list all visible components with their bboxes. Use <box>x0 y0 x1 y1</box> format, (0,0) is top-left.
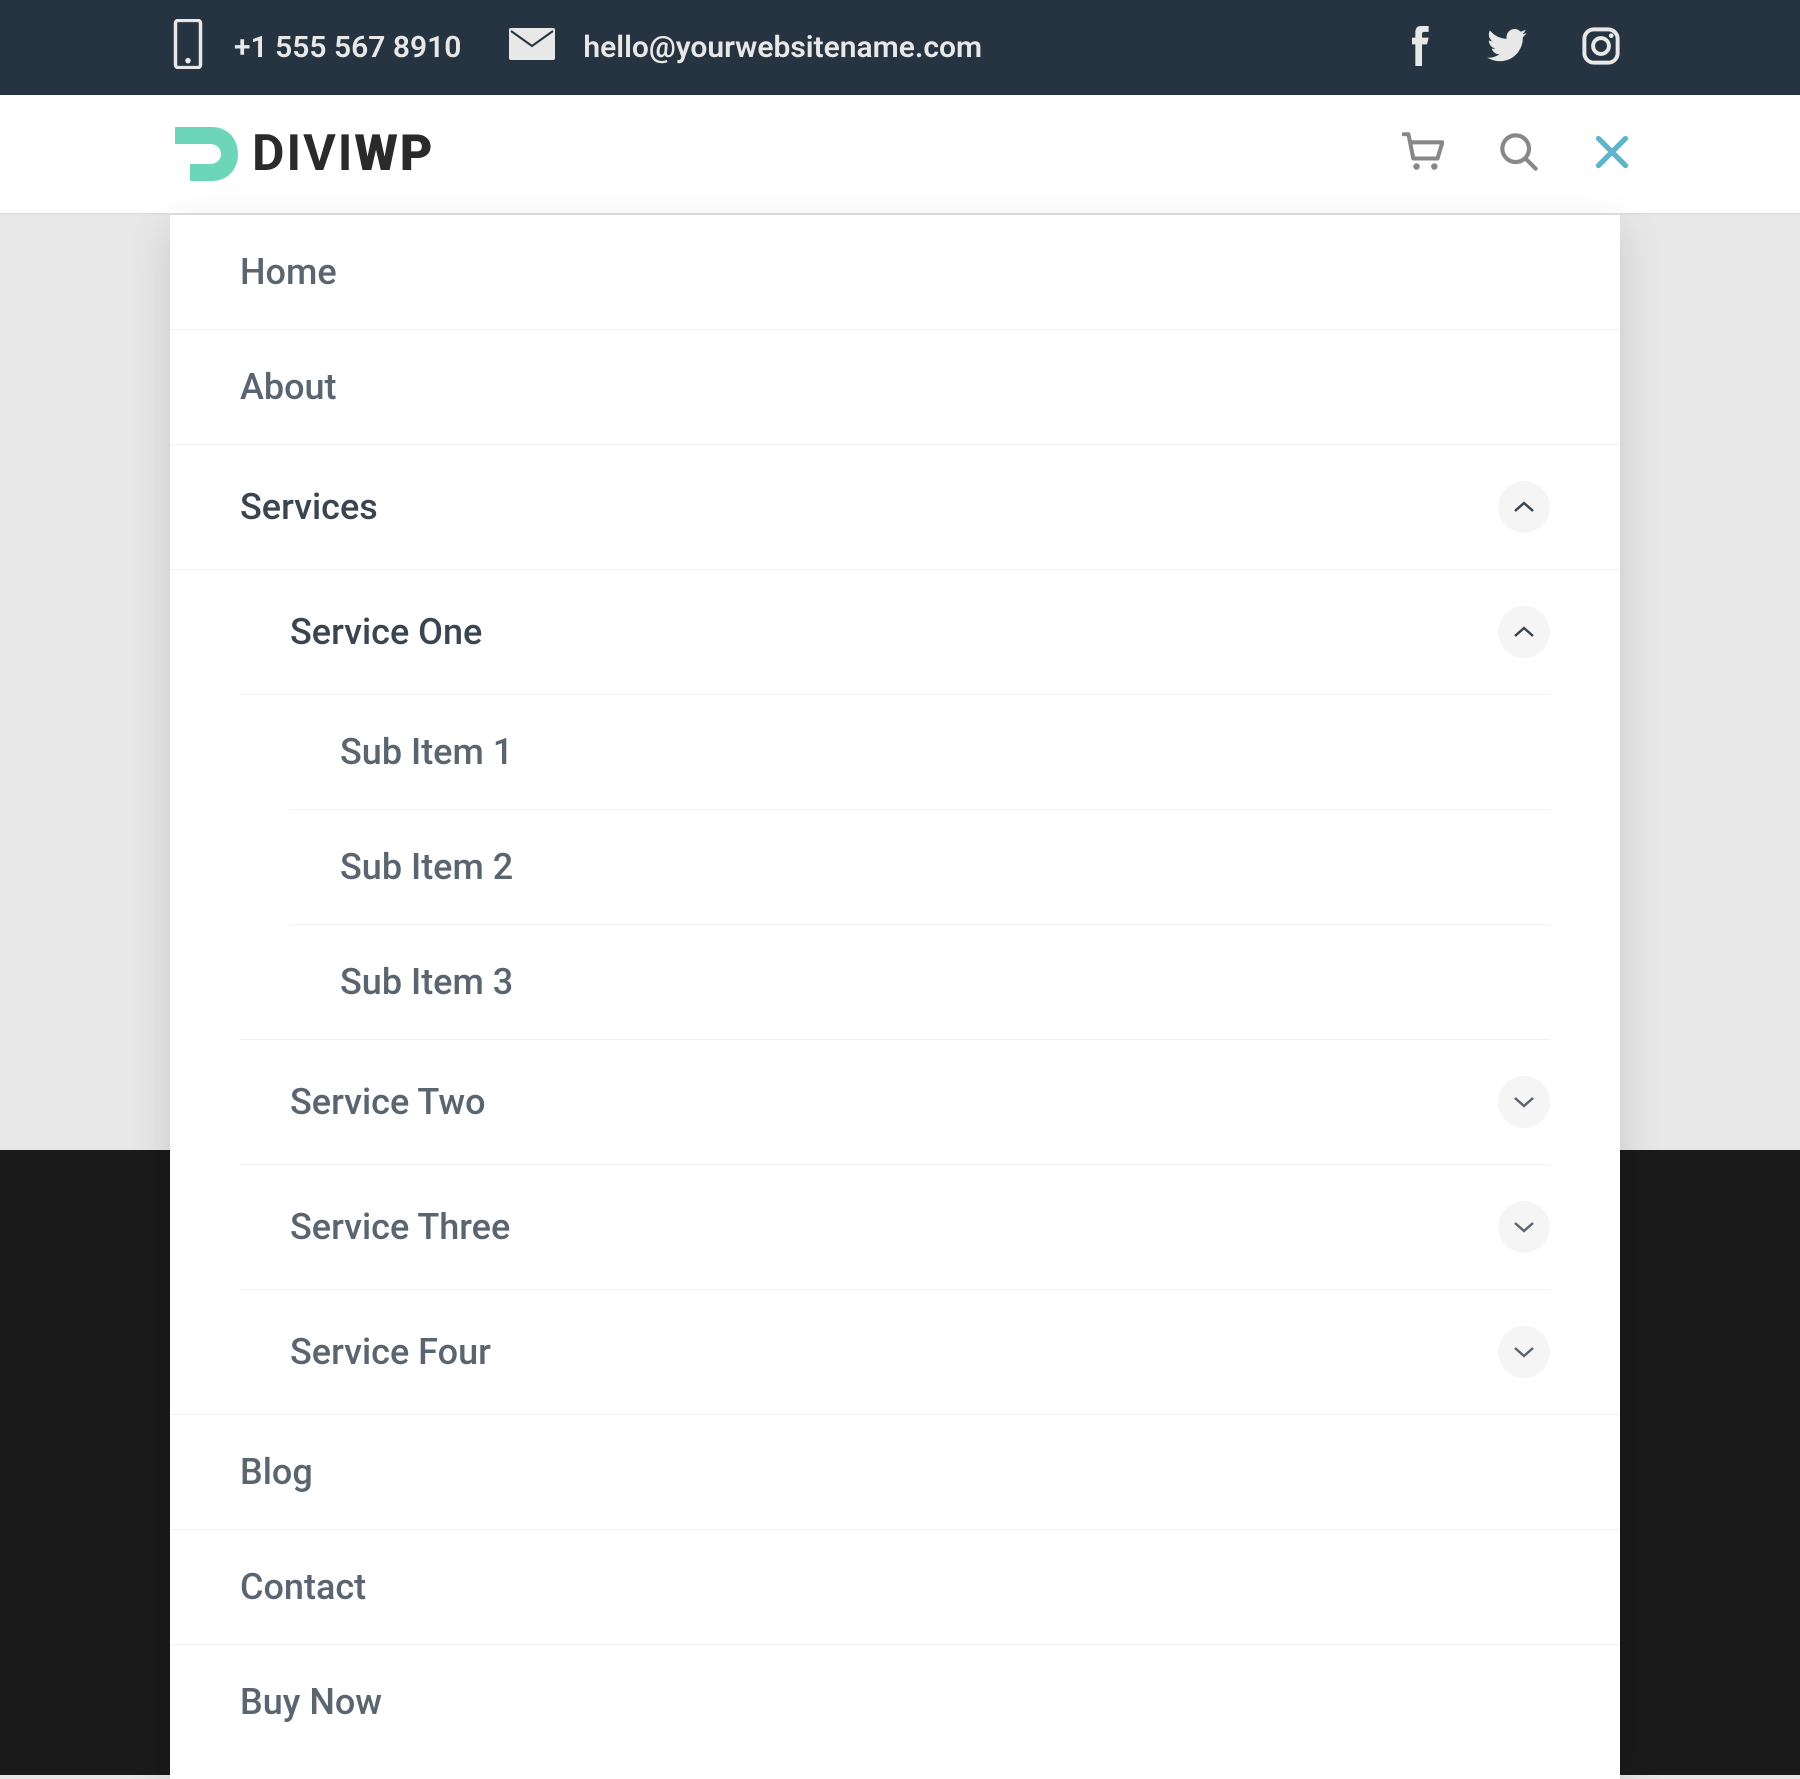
menu-item-about[interactable]: About <box>170 330 1620 445</box>
logo[interactable]: DIVIWP <box>170 119 434 189</box>
menu-label-sub-3: Sub Item 3 <box>340 961 513 1003</box>
twitter-icon[interactable] <box>1487 29 1527 66</box>
email-link[interactable]: hello@yourwebsitename.com <box>509 28 982 68</box>
service-one-submenu: Sub Item 1 Sub Item 2 Sub Item 3 <box>290 695 1550 1039</box>
menu-item-service-one[interactable]: Service One <box>240 570 1550 695</box>
menu-item-service-four[interactable]: Service Four <box>240 1290 1550 1414</box>
menu-item-service-three[interactable]: Service Three <box>240 1165 1550 1290</box>
menu-label-contact: Contact <box>240 1566 366 1608</box>
menu-label-blog: Blog <box>240 1451 313 1493</box>
collapse-services-icon[interactable] <box>1498 481 1550 533</box>
expand-service-three-icon[interactable] <box>1498 1201 1550 1253</box>
close-menu-icon[interactable] <box>1594 134 1630 174</box>
expand-service-two-icon[interactable] <box>1498 1076 1550 1128</box>
menu-item-contact[interactable]: Contact <box>170 1530 1620 1645</box>
header-actions <box>1402 132 1630 176</box>
menu-label-about: About <box>240 366 337 408</box>
topbar: +1 555 567 8910 hello@yourwebsitename.co… <box>0 0 1800 95</box>
menu-item-sub-3[interactable]: Sub Item 3 <box>290 925 1550 1039</box>
phone-link[interactable]: +1 555 567 8910 <box>170 19 461 77</box>
menu-item-blog[interactable]: Blog <box>170 1414 1620 1530</box>
search-icon[interactable] <box>1499 132 1539 176</box>
email-address: hello@yourwebsitename.com <box>583 30 982 65</box>
logo-mark-icon <box>170 119 240 189</box>
services-submenu: Service One Sub Item 1 Sub Item 2 <box>240 570 1550 1414</box>
cart-icon[interactable] <box>1402 132 1444 176</box>
logo-text: DIVIWP <box>252 125 434 183</box>
menu-label-home: Home <box>240 251 337 293</box>
menu-item-home[interactable]: Home <box>170 215 1620 330</box>
mail-icon <box>509 28 555 68</box>
menu-item-sub-1[interactable]: Sub Item 1 <box>290 695 1550 810</box>
menu-label-service-three: Service Three <box>290 1206 510 1248</box>
menu-label-service-two: Service Two <box>290 1081 486 1123</box>
menu-label-service-four: Service Four <box>290 1331 491 1373</box>
menu-label-service-one: Service One <box>290 611 482 653</box>
menu-label-sub-1: Sub Item 1 <box>340 731 513 773</box>
collapse-service-one-icon[interactable] <box>1498 606 1550 658</box>
expand-service-four-icon[interactable] <box>1498 1326 1550 1378</box>
topbar-left: +1 555 567 8910 hello@yourwebsitename.co… <box>170 19 982 77</box>
menu-item-service-two[interactable]: Service Two <box>240 1039 1550 1165</box>
phone-icon <box>170 19 206 77</box>
social-links <box>1412 26 1630 70</box>
menu-label-services: Services <box>240 486 378 528</box>
phone-number: +1 555 567 8910 <box>234 30 461 65</box>
menu-item-buy-now[interactable]: Buy Now <box>170 1645 1620 1759</box>
menu-label-sub-2: Sub Item 2 <box>340 846 513 888</box>
menu-item-services[interactable]: Services <box>170 445 1620 570</box>
logo-text-part1: DIVI <box>252 125 354 183</box>
content-area: Home About Services Service One <box>0 215 1800 1775</box>
instagram-icon[interactable] <box>1582 27 1620 69</box>
main-header: DIVIWP <box>0 95 1800 215</box>
facebook-icon[interactable] <box>1412 26 1432 70</box>
mobile-menu: Home About Services Service One <box>170 215 1620 1779</box>
menu-label-buy-now: Buy Now <box>240 1681 382 1723</box>
menu-item-sub-2[interactable]: Sub Item 2 <box>290 810 1550 925</box>
logo-text-part2: WP <box>354 125 434 183</box>
